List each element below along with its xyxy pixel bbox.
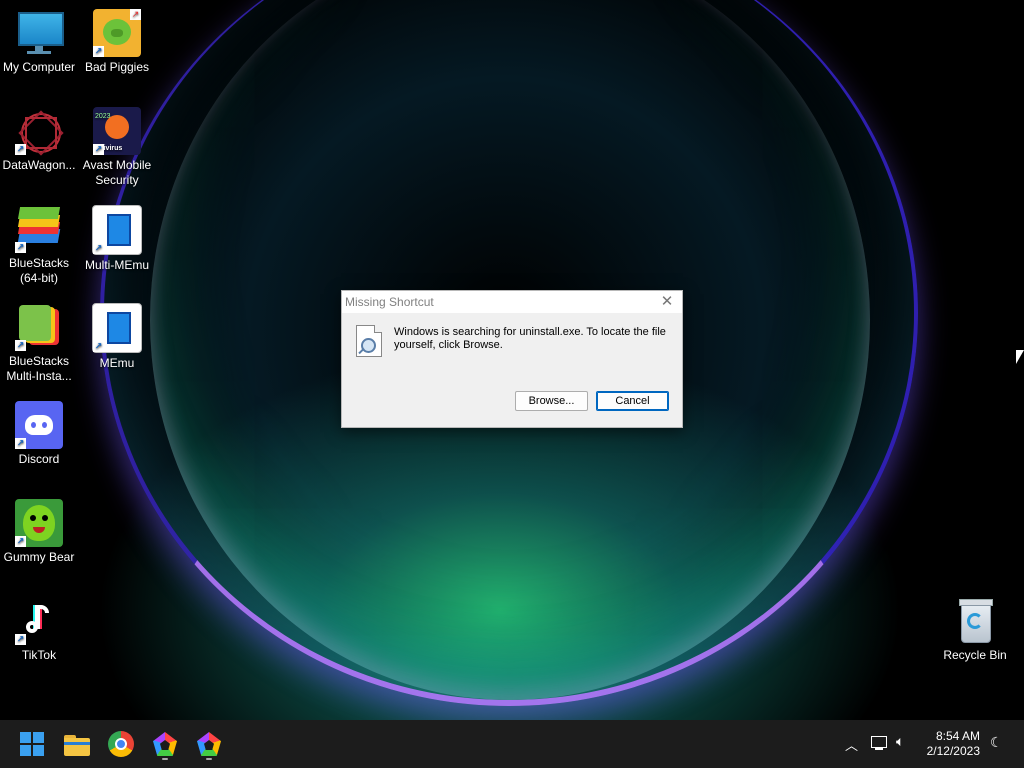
memu-icon: ↗ [92,205,142,255]
clock-time: 8:54 AM [935,729,980,743]
shortcut-arrow-icon: ↗ [93,243,104,254]
shortcut-arrow-icon: ↗ [15,144,26,155]
shortcut-arrow-icon: ↗ [93,46,104,57]
dialog-title: Missing Shortcut [345,295,434,309]
desktop-icon-my-computer[interactable]: My Computer [0,9,78,75]
shortcut-arrow-icon: ↗ [15,536,26,547]
mouse-cursor-icon [1016,350,1024,364]
shortcut-arrow-icon: ↗ [15,438,26,449]
browse-button[interactable]: Browse... [515,391,588,411]
desktop-icon-memu[interactable]: ↗ MEmu [78,303,156,371]
desktop-icon-label: BlueStacks (64-bit) [8,256,70,285]
chrome-icon[interactable] [105,728,137,760]
app-pentagon-icon[interactable] [193,728,225,760]
close-icon[interactable]: ✕ [658,291,676,313]
dialog-title-bar[interactable]: Missing Shortcut ✕ [342,291,682,313]
bluestacks-multi-icon: ↗ [15,303,63,351]
desktop-icon-label: DataWagon... [2,158,76,172]
shortcut-arrow-icon: ↗ [15,634,26,645]
desktop-icon-discord[interactable]: ↗ Discord [0,401,78,467]
memu-icon: ↗ [92,303,142,353]
clock-date: 2/12/2023 [926,744,980,758]
desktop-icon-label: Discord [18,452,60,466]
desktop-icon-gummy-bear[interactable]: ↗ Gummy Bear [0,499,78,565]
red-star-icon: ↗ [15,107,64,156]
magnifier-icon [361,338,376,353]
gummy-bear-icon: ↗ [15,499,63,547]
desktop-icon-label: MEmu [99,356,135,370]
dialog-message: Windows is searching for uninstall.exe. … [394,326,666,351]
volume-icon[interactable]: 🔈︎ [896,733,904,750]
system-clock[interactable]: 8:54 AM 2/12/2023 [927,729,980,759]
taskbar: ︿ 🔈︎ 8:54 AM 2/12/2023 ☾ [0,720,1024,768]
shortcut-arrow-icon: ↗ [15,340,26,351]
desktop-icon-datawagon[interactable]: ↗ DataWagon... [0,107,78,173]
desktop-icon-avast[interactable]: 2023 ntivirus ↗ Avast Mobile Security [78,107,156,188]
file-explorer-icon[interactable] [61,728,93,760]
desktop-icon-recycle-bin[interactable]: Recycle Bin [936,597,1014,663]
moon-icon[interactable]: ☾ [990,734,1003,751]
shortcut-arrow-icon: ↗ [93,144,104,155]
green-pig-icon: ↗ ↗ [93,9,141,57]
desktop-icon-tiktok[interactable]: ↗ TikTok [0,597,78,663]
desktop-icon-label: BlueStacks Multi-Insta... [6,354,72,383]
recycle-bin-icon [951,597,999,645]
network-icon[interactable] [871,736,887,750]
app-pentagon-icon[interactable] [149,728,181,760]
discord-icon: ↗ [15,401,63,449]
start-icon[interactable] [16,728,48,760]
desktop-icon-label: Bad Piggies [84,60,150,74]
shortcut-arrow-icon: ↗ [93,341,104,352]
cancel-button[interactable]: Cancel [596,391,669,411]
chevron-up-icon[interactable]: ︿ [845,735,858,754]
monitor-icon [15,9,64,57]
desktop-icon-label: TikTok [21,648,57,662]
desktop-icon-label: Recycle Bin [943,648,1007,662]
desktop-icon-bad-piggies[interactable]: ↗ ↗ Bad Piggies [78,9,156,75]
desktop-icon-label: Avast Mobile Security [82,158,152,187]
bluestacks-icon: ↗ [15,205,63,253]
desktop-icon-label: Gummy Bear [3,550,75,564]
desktop-icon-label: Multi-MEmu [84,258,149,272]
missing-shortcut-dialog: Missing Shortcut ✕ Windows is searching … [341,290,683,428]
desktop-icon-multi-memu[interactable]: ↗ Multi-MEmu [78,205,156,273]
dialog-body: Windows is searching for uninstall.exe. … [342,313,682,426]
avast-icon: 2023 ntivirus ↗ [93,107,141,155]
desktop-icon-label: My Computer [2,60,76,74]
shortcut-arrow-icon: ↗ [15,242,26,253]
tiktok-icon: ↗ [15,597,63,645]
desktop-icon-bluestacks-multi[interactable]: ↗ BlueStacks Multi-Insta... [0,303,78,384]
search-file-icon [356,325,382,357]
desktop-icon-bluestacks[interactable]: ↗ BlueStacks (64-bit) [0,205,78,286]
